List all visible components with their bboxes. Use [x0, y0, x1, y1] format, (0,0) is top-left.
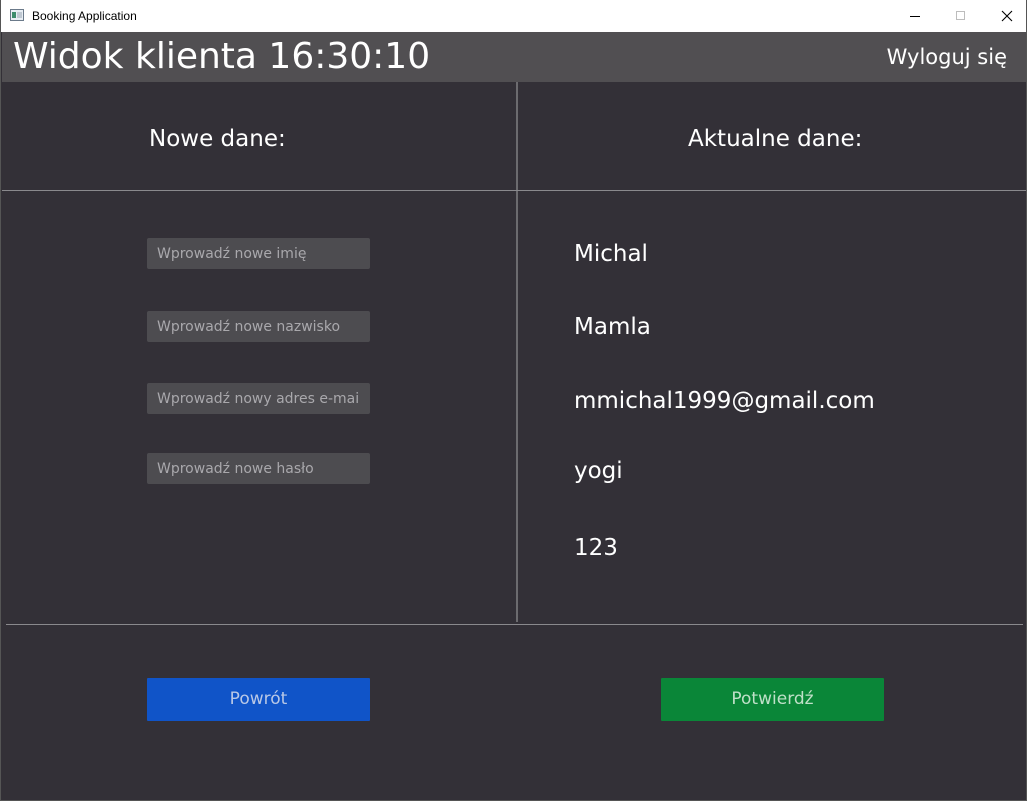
- content-divider: [6, 624, 1023, 625]
- app-window: Booking Application Widok klienta 16:30:…: [0, 0, 1027, 801]
- current-email: mmichal1999@gmail.com: [574, 388, 875, 414]
- back-button[interactable]: Powrót: [147, 678, 370, 721]
- current-data-heading: Aktualne dane:: [688, 126, 863, 152]
- new-password-input[interactable]: [147, 453, 370, 484]
- current-first-name: Michal: [574, 241, 648, 267]
- new-data-heading: Nowe dane:: [149, 126, 286, 152]
- new-email-input[interactable]: [147, 383, 370, 414]
- new-last-name-input[interactable]: [147, 311, 370, 342]
- logout-button[interactable]: Wyloguj się: [887, 44, 1007, 70]
- current-last-name: Mamla: [574, 314, 651, 340]
- page-title: Widok klienta 16:30:10: [13, 36, 431, 77]
- current-password: 123: [574, 535, 618, 561]
- app-window-icon: [10, 9, 24, 21]
- window-title: Booking Application: [32, 9, 137, 23]
- heading-divider: [2, 190, 1026, 191]
- app-header: Widok klienta 16:30:10 Wyloguj się: [2, 32, 1026, 82]
- confirm-button[interactable]: Potwierdź: [661, 678, 884, 721]
- column-divider: [516, 82, 518, 622]
- new-first-name-input[interactable]: [147, 238, 370, 269]
- close-icon[interactable]: [984, 0, 1026, 32]
- minimize-icon[interactable]: [892, 0, 938, 32]
- window-titlebar[interactable]: Booking Application: [1, 0, 1026, 32]
- maximize-icon[interactable]: [938, 0, 984, 32]
- current-login: yogi: [574, 458, 623, 484]
